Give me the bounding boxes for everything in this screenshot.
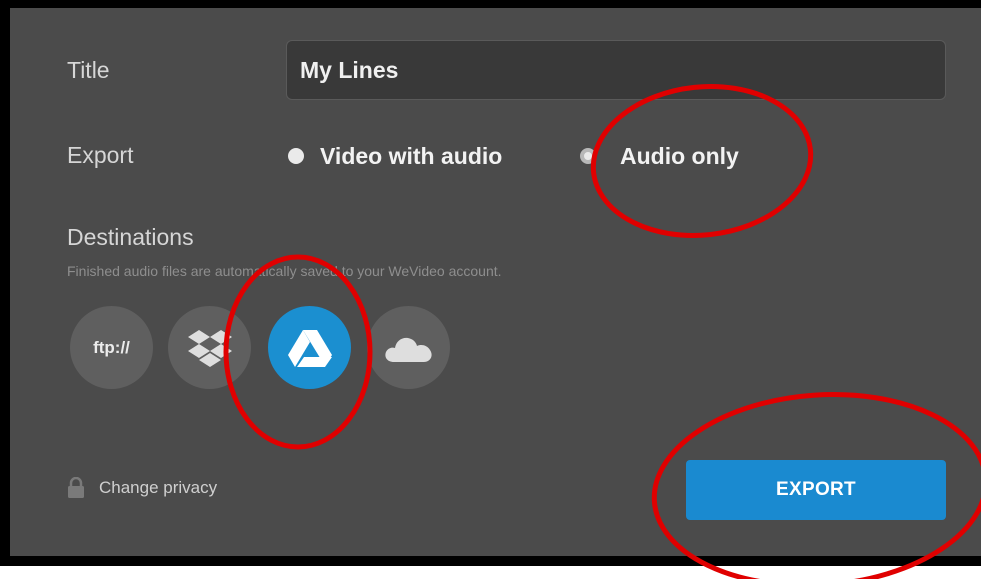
radio-label-audio-only: Audio only [620, 142, 739, 169]
destination-onedrive[interactable] [367, 306, 450, 389]
export-label: Export [67, 142, 134, 168]
change-privacy-label: Change privacy [99, 478, 218, 497]
radio-button[interactable] [288, 148, 304, 164]
destinations-hint: Finished audio files are automatically s… [67, 263, 502, 279]
destination-ftp[interactable]: ftp:// [70, 306, 153, 389]
export-option-audio-only[interactable]: Audio only [580, 140, 739, 172]
destination-dropbox[interactable] [168, 306, 251, 389]
destinations-label: Destinations [67, 224, 194, 250]
lock-icon [68, 477, 84, 498]
onedrive-icon [384, 337, 432, 362]
title-input[interactable] [286, 40, 946, 100]
title-label: Title [67, 57, 110, 83]
radio-label-video-with-audio: Video with audio [320, 142, 503, 169]
destination-google-drive[interactable] [268, 306, 351, 389]
radio-button-selected[interactable] [580, 148, 596, 164]
export-option-video-with-audio[interactable]: Video with audio [288, 140, 502, 172]
change-privacy-link[interactable]: Change privacy [67, 477, 217, 499]
dropbox-icon [187, 329, 232, 367]
google-drive-icon [287, 329, 332, 367]
ftp-icon: ftp:// [93, 337, 130, 357]
export-button[interactable]: EXPORT [686, 460, 946, 520]
